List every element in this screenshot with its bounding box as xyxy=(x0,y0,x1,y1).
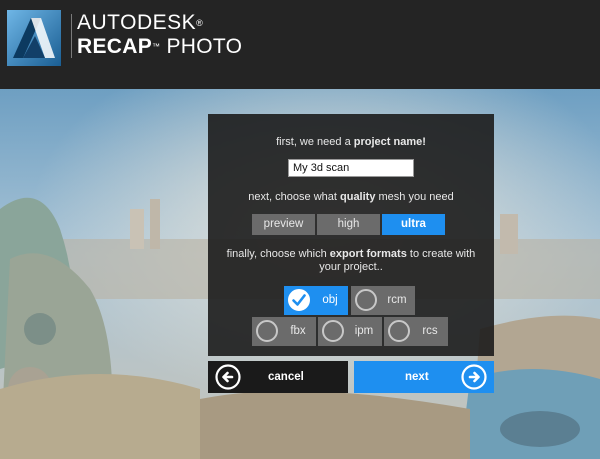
brand-divider xyxy=(71,14,72,58)
format-label: fbx xyxy=(290,325,306,337)
arrow-right-circle-icon xyxy=(461,364,487,390)
next-label: next xyxy=(405,371,429,383)
app-header: AUTODESK® RECAP™ PHOTO xyxy=(0,0,600,89)
unchecked-circle-icon xyxy=(355,289,377,311)
cancel-label: cancel xyxy=(268,371,304,383)
quality-high-button[interactable]: high xyxy=(317,214,380,235)
unchecked-circle-icon xyxy=(322,320,344,342)
project-name-prompt: first, we need a project name! xyxy=(276,136,426,148)
format-label: rcs xyxy=(422,325,438,337)
format-label: rcm xyxy=(387,294,407,306)
format-fbx-checkbox[interactable]: fbx xyxy=(252,317,316,346)
quality-selector: preview high ultra xyxy=(252,214,445,235)
quality-prompt: next, choose what quality mesh you need xyxy=(248,191,454,203)
brand-product: RECAP™ PHOTO xyxy=(77,35,243,58)
unchecked-circle-icon xyxy=(256,320,278,342)
cancel-button[interactable]: cancel xyxy=(208,361,348,393)
quality-preview-button[interactable]: preview xyxy=(252,214,315,235)
project-name-input[interactable] xyxy=(288,159,414,177)
export-formats-prompt: finally, choose which export formats to … xyxy=(226,248,476,273)
unchecked-circle-icon xyxy=(388,320,410,342)
format-rcm-checkbox[interactable]: rcm xyxy=(351,286,415,315)
format-label: ipm xyxy=(354,325,374,337)
arrow-left-circle-icon xyxy=(215,364,241,390)
format-obj-checkbox[interactable]: obj xyxy=(284,286,348,315)
brand-company: AUTODESK® xyxy=(77,11,204,34)
project-setup-dialog: first, we need a project name! next, cho… xyxy=(208,114,494,356)
next-button[interactable]: next xyxy=(354,361,494,393)
format-rcs-checkbox[interactable]: rcs xyxy=(384,317,448,346)
quality-ultra-button[interactable]: ultra xyxy=(382,214,445,235)
autodesk-logo-icon xyxy=(7,10,61,66)
format-ipm-checkbox[interactable]: ipm xyxy=(318,317,382,346)
checkmark-icon xyxy=(288,289,310,311)
format-label: obj xyxy=(322,294,338,306)
